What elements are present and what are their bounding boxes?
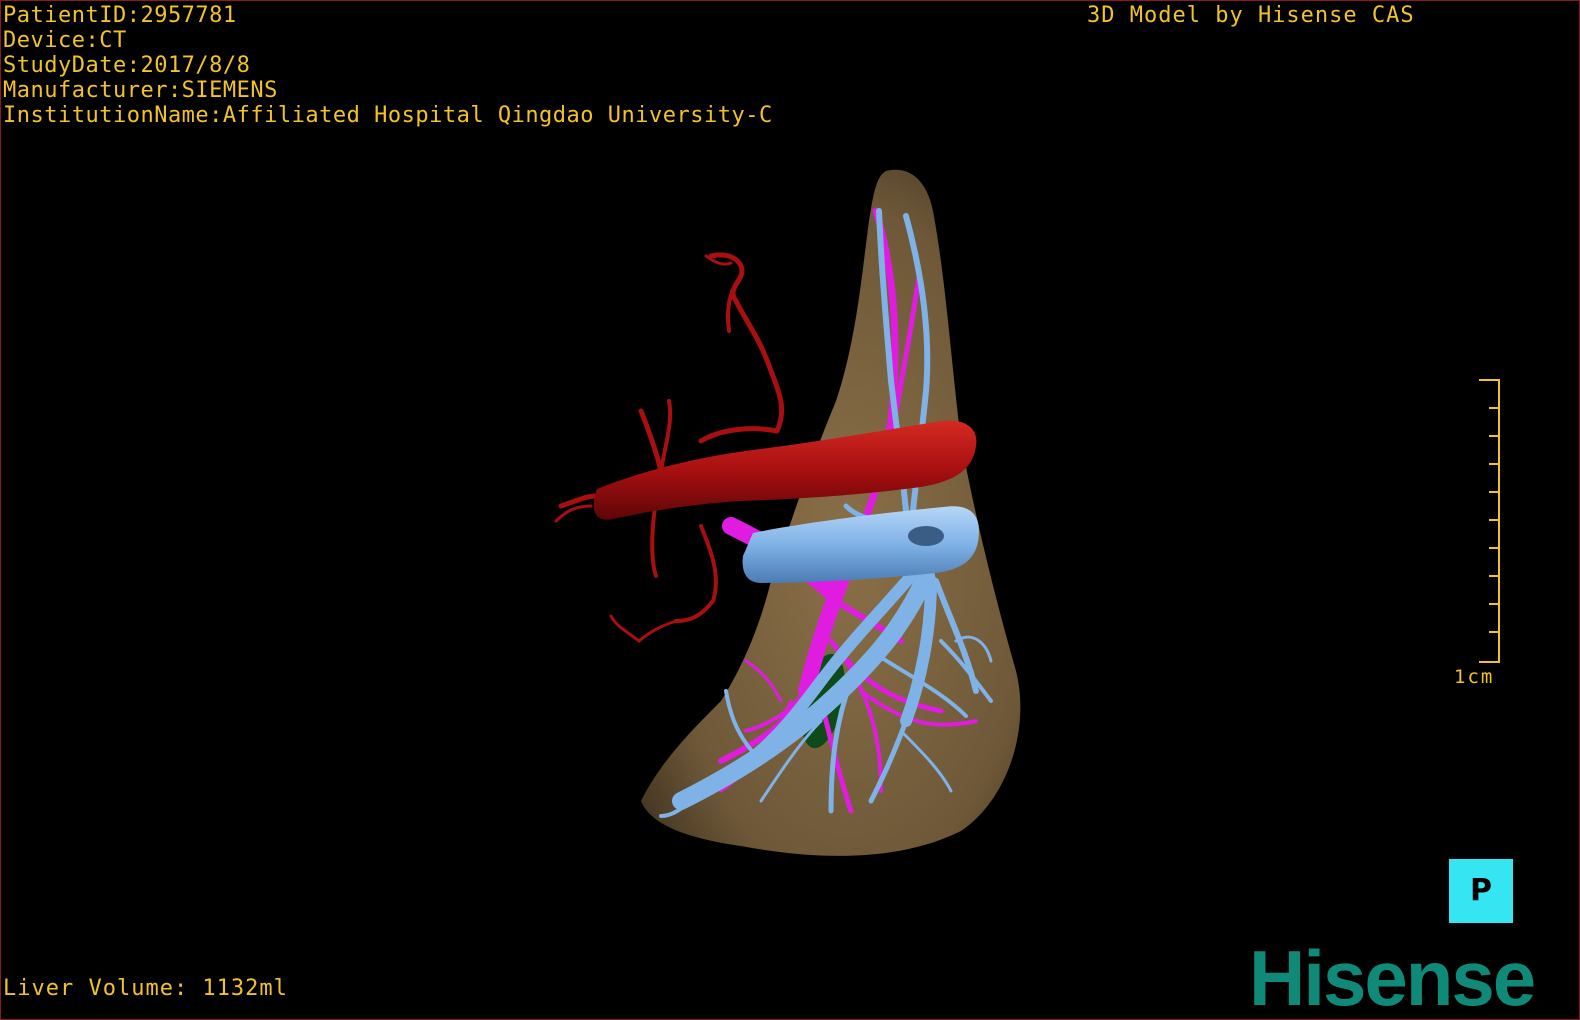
patient-id-text: PatientID:2957781 bbox=[3, 3, 237, 28]
portal-vein-opening bbox=[908, 526, 944, 546]
hisense-logo: Hisense bbox=[1249, 934, 1536, 1020]
3d-viewport[interactable]: PatientID:2957781 Device:CT StudyDate:20… bbox=[0, 0, 1580, 1020]
patient-info-overlay: PatientID:2957781 Device:CT StudyDate:20… bbox=[3, 3, 773, 128]
study-date-text: StudyDate:2017/8/8 bbox=[3, 53, 251, 78]
institution-text: InstitutionName:Affiliated Hospital Qing… bbox=[3, 103, 773, 128]
model-credit-text: 3D Model by Hisense CAS bbox=[1087, 3, 1415, 28]
manufacturer-text: Manufacturer:SIEMENS bbox=[3, 78, 278, 103]
scale-bar-icon bbox=[1479, 379, 1500, 663]
orientation-label: P bbox=[1470, 873, 1492, 908]
device-text: Device:CT bbox=[3, 28, 127, 53]
portal-vein-trunk bbox=[742, 506, 979, 583]
hepatic-artery-branches bbox=[554, 252, 785, 643]
liver-volume-text: Liver Volume: 1132ml bbox=[3, 976, 288, 1001]
orientation-cube-icon[interactable]: P bbox=[1449, 859, 1513, 923]
liver-3d-model[interactable] bbox=[1, 1, 1580, 1020]
scale-bar-label: 1cm bbox=[1454, 666, 1495, 688]
